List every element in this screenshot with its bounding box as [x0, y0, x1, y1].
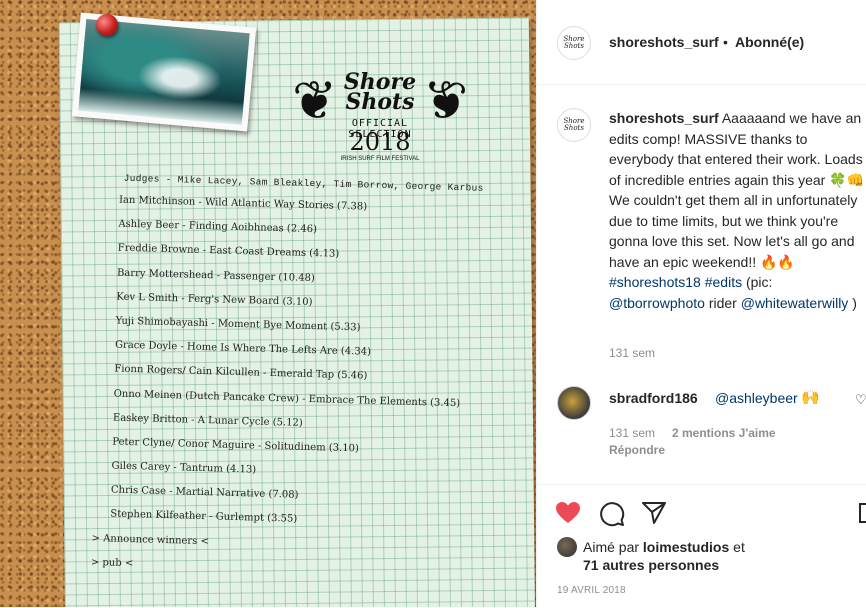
commenter-avatar[interactable]	[557, 386, 591, 420]
logo-title: Shore Shots	[343, 69, 417, 115]
post-caption: shoreshots_surf Aaaaaand we have an edit…	[609, 108, 866, 313]
comment-likes-count[interactable]: 2 mentions J'aime	[672, 426, 776, 440]
heart-icon[interactable]	[555, 501, 581, 525]
caption-avatar[interactable]: Shore Shots	[557, 108, 591, 142]
post-image[interactable]: ❦ ❦ Shore Shots OFFICIAL SELECTION 2018 …	[0, 0, 536, 607]
comment-like-heart-icon[interactable]: ♡	[855, 392, 866, 408]
shoreshots-logo-icon: Shore Shots	[563, 35, 585, 50]
logo-festival-name: IRISH SURF FILM FESTIVAL	[340, 156, 420, 162]
comment-timestamp[interactable]: 131 sem	[609, 426, 655, 440]
post-actions: Aimé par loimestudios et 71 autres perso…	[537, 484, 866, 608]
mention-link[interactable]: @whitewaterwilly	[741, 295, 849, 311]
comment-icon[interactable]	[599, 501, 625, 527]
post-date[interactable]: 19 AVRIL 2018	[557, 585, 626, 596]
logo-year: 2018	[349, 128, 411, 156]
hashtags-link[interactable]: #shoreshots18 #edits	[609, 274, 742, 290]
caption-text: rider	[704, 294, 741, 311]
mention-link[interactable]: @tborrowphoto	[609, 295, 705, 311]
post-side-panel: Shore Shots shoreshots_surf • Abonné(e) S…	[536, 0, 866, 607]
caption-text: (pic:	[745, 274, 773, 290]
caption-timestamp[interactable]: 131 sem	[609, 346, 655, 360]
caption-username[interactable]: shoreshots_surf	[609, 110, 719, 126]
entries-list: Judges - Mike Lacey, Sam Bleakley, Tim B…	[87, 166, 518, 587]
liked-by-suffix: et	[733, 539, 745, 555]
caption-text: )	[848, 294, 857, 311]
liked-others-link[interactable]: 71 autres personnes	[583, 557, 719, 573]
liked-by-user[interactable]: loimestudios	[643, 539, 729, 555]
liker-avatar[interactable]	[557, 537, 577, 557]
share-icon[interactable]	[641, 501, 667, 525]
post-header: Shore Shots shoreshots_surf • Abonné(e)	[537, 0, 866, 85]
follow-status-button[interactable]: Abonné(e)	[735, 34, 804, 50]
caption-text: We couldn't get them all in unfortunatel…	[609, 192, 858, 270]
reply-button[interactable]: Répondre	[609, 443, 665, 457]
comment-username[interactable]: sbradford186	[609, 390, 698, 406]
header-username[interactable]: shoreshots_surf	[609, 34, 719, 50]
liked-by-prefix: Aimé par	[583, 539, 640, 555]
avatar[interactable]: Shore Shots	[557, 26, 591, 60]
fire-emoji: 🔥🔥	[760, 253, 795, 270]
clover-fist-emoji: 🍀👊	[829, 171, 865, 188]
raised-hands-emoji: 🙌	[801, 389, 820, 406]
festival-logo: ❦ ❦ Shore Shots OFFICIAL SELECTION 2018 …	[290, 68, 470, 176]
pushpin-icon	[96, 14, 118, 36]
bookmark-icon[interactable]	[859, 503, 866, 523]
liked-by-line: Aimé par loimestudios et	[583, 537, 745, 557]
comment-mention-link[interactable]: @ashleybeer	[715, 390, 798, 406]
separator-dot: •	[723, 34, 728, 50]
shoreshots-logo-icon: Shore Shots	[563, 117, 585, 132]
